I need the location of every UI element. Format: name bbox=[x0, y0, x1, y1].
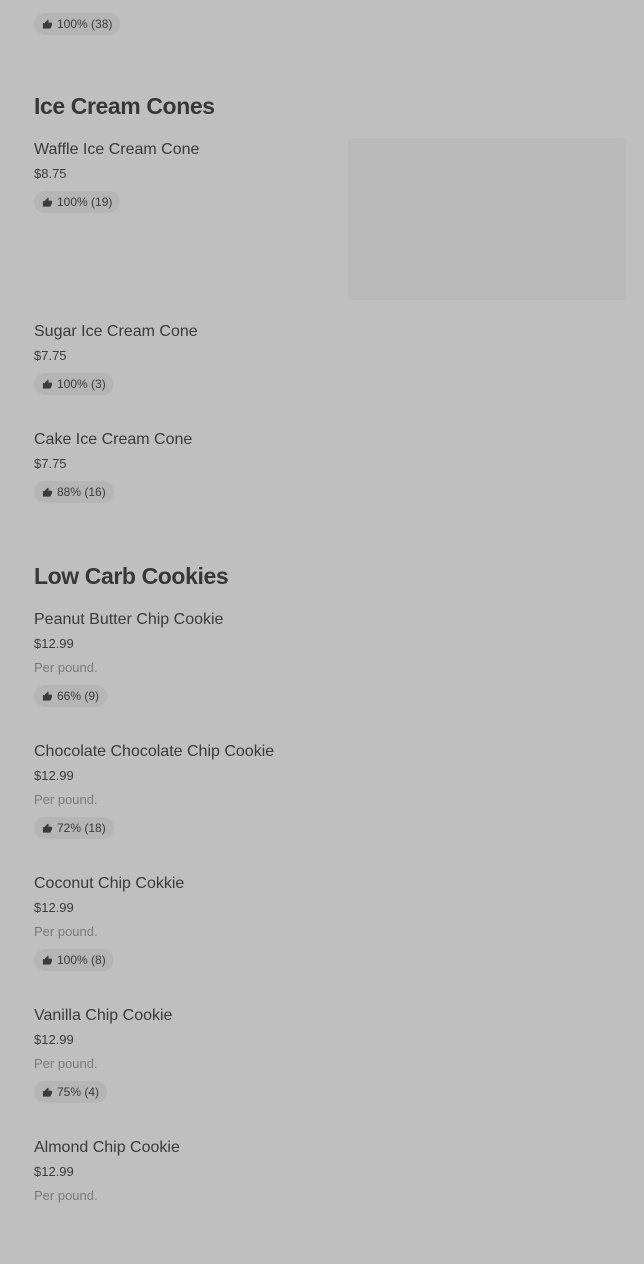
rating-badge: 66% (9) bbox=[34, 685, 108, 707]
thumbs-up-icon bbox=[42, 690, 53, 701]
menu-item-vanilla-chip-cookie[interactable]: Vanilla Chip Cookie $12.99 Per pound. 75… bbox=[34, 1006, 334, 1103]
item-price: $8.75 bbox=[34, 166, 67, 181]
item-price: $12.99 bbox=[34, 1164, 74, 1179]
item-name: Peanut Butter Chip Cookie bbox=[34, 611, 224, 628]
rating-badge: 100% (8) bbox=[34, 949, 114, 971]
rating-badge: 100% (3) bbox=[34, 373, 114, 395]
rating-text: 100% (19) bbox=[57, 195, 113, 209]
menu-item-coconut-chip-cookie[interactable]: Coconut Chip Cokkie $12.99 Per pound. 10… bbox=[34, 874, 334, 971]
item-name: Coconut Chip Cokkie bbox=[34, 875, 185, 892]
thumbs-up-icon bbox=[42, 378, 53, 389]
item-description: Per pound. bbox=[34, 660, 98, 675]
rating-text: 100% (38) bbox=[57, 17, 113, 31]
item-name: Sugar Ice Cream Cone bbox=[34, 323, 198, 340]
rating-badge: 75% (4) bbox=[34, 1081, 108, 1103]
rating-text: 100% (3) bbox=[57, 377, 106, 391]
section-title-ice-cream-cones: Ice Cream Cones bbox=[34, 93, 215, 119]
item-description: Per pound. bbox=[34, 792, 98, 807]
rating-text: 66% (9) bbox=[57, 689, 100, 703]
menu-page: 100% (38) Ice Cream Cones Waffle Ice Cre… bbox=[0, 0, 644, 1264]
thumbs-up-icon bbox=[42, 1086, 53, 1097]
item-name: Chocolate Chocolate Chip Cookie bbox=[34, 743, 275, 760]
thumbs-up-icon bbox=[42, 822, 53, 833]
rating-badge: 100% (19) bbox=[34, 191, 121, 213]
rating-badge: 72% (18) bbox=[34, 817, 114, 839]
item-name: Waffle Ice Cream Cone bbox=[34, 141, 200, 158]
menu-item-peanut-butter-chip-cookie[interactable]: Peanut Butter Chip Cookie $12.99 Per pou… bbox=[34, 610, 334, 707]
rating-text: 75% (4) bbox=[57, 1085, 100, 1099]
item-price: $12.99 bbox=[34, 768, 74, 783]
section-title-low-carb-cookies: Low Carb Cookies bbox=[34, 563, 229, 589]
menu-item-almond-chip-cookie[interactable]: Almond Chip Cookie $12.99 Per pound. bbox=[34, 1138, 334, 1204]
item-name: Vanilla Chip Cookie bbox=[34, 1007, 173, 1024]
thumbs-up-icon bbox=[42, 18, 53, 29]
rating-badge: 88% (16) bbox=[34, 481, 114, 503]
menu-item-sugar-ice-cream-cone[interactable]: Sugar Ice Cream Cone $7.75 100% (3) bbox=[34, 322, 334, 395]
item-description: Per pound. bbox=[34, 924, 98, 939]
item-price: $12.99 bbox=[34, 900, 74, 915]
item-image-placeholder[interactable] bbox=[348, 138, 626, 300]
thumbs-up-icon bbox=[42, 486, 53, 497]
rating-text: 72% (18) bbox=[57, 821, 106, 835]
item-description: Per pound. bbox=[34, 1188, 98, 1203]
item-price: $7.75 bbox=[34, 456, 67, 471]
rating-text: 100% (8) bbox=[57, 953, 106, 967]
menu-item-waffle-ice-cream-cone[interactable]: Waffle Ice Cream Cone $8.75 100% (19) bbox=[34, 140, 334, 213]
menu-item-chocolate-chocolate-chip-cookie[interactable]: Chocolate Chocolate Chip Cookie $12.99 P… bbox=[34, 742, 334, 839]
item-price: $7.75 bbox=[34, 348, 67, 363]
item-description: Per pound. bbox=[34, 1056, 98, 1071]
thumbs-up-icon bbox=[42, 954, 53, 965]
rating-text: 88% (16) bbox=[57, 485, 106, 499]
item-name: Cake Ice Cream Cone bbox=[34, 431, 193, 448]
thumbs-up-icon bbox=[42, 196, 53, 207]
item-name: Almond Chip Cookie bbox=[34, 1139, 180, 1156]
rating-badge: 100% (38) bbox=[34, 13, 121, 35]
item-price: $12.99 bbox=[34, 1032, 74, 1047]
menu-item-cake-ice-cream-cone[interactable]: Cake Ice Cream Cone $7.75 88% (16) bbox=[34, 430, 334, 503]
item-price: $12.99 bbox=[34, 636, 74, 651]
